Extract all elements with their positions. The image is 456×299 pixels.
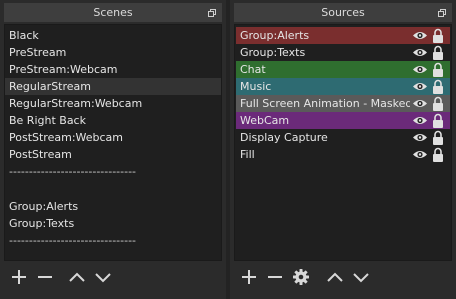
undock-icon[interactable]: [208, 9, 216, 17]
eye-icon[interactable]: [412, 64, 428, 75]
lock-icon[interactable]: [432, 79, 444, 94]
scene-item[interactable]: PreStream:Webcam: [5, 61, 221, 78]
scene-item-label: Black: [9, 29, 39, 42]
source-item[interactable]: Fill: [236, 146, 450, 163]
source-item-label: WebCam: [240, 114, 290, 127]
scenes-dock-title[interactable]: Scenes: [4, 3, 222, 22]
scene-item[interactable]: PreStream: [5, 44, 221, 61]
sources-list[interactable]: Group:Alerts Group:Texts Chat Music Full Scr…: [234, 24, 452, 261]
source-item[interactable]: Full Screen Animation - Masked: [236, 95, 450, 112]
source-item-controls: [412, 79, 446, 94]
move-source-up-button[interactable]: [324, 266, 346, 288]
lock-icon[interactable]: [432, 62, 444, 77]
scene-item-label: --------------------------------: [9, 165, 137, 178]
lock-icon[interactable]: [432, 113, 444, 128]
lock-icon[interactable]: [432, 45, 444, 60]
sources-dock: Sources Group:Alerts Group:Texts Chat Music…: [230, 0, 456, 299]
eye-icon[interactable]: [412, 98, 428, 109]
chevron-up-icon: [69, 272, 85, 282]
scenes-toolbar: [4, 263, 222, 291]
chevron-up-icon: [327, 272, 343, 282]
move-source-down-button[interactable]: [350, 266, 372, 288]
lock-icon[interactable]: [432, 96, 444, 111]
source-item-controls: [412, 62, 446, 77]
scene-item-label: --------------------------------: [9, 234, 137, 247]
source-item-controls: [412, 45, 446, 60]
source-properties-button[interactable]: [290, 266, 312, 288]
scene-item-label: Group:Texts: [9, 217, 75, 230]
source-item-controls: [412, 147, 446, 162]
scene-item-label: Be Right Back: [9, 114, 86, 127]
scene-item[interactable]: Be Right Back: [5, 112, 221, 129]
source-item-controls: [412, 28, 446, 43]
add-scene-button[interactable]: [8, 266, 30, 288]
move-scene-down-button[interactable]: [92, 266, 114, 288]
add-source-button[interactable]: [238, 266, 260, 288]
source-item-label: Group:Alerts: [240, 29, 310, 42]
scenes-list[interactable]: Black PreStream PreStream:Webcam Regular…: [4, 24, 222, 261]
scene-item[interactable]: RegularStream:Webcam: [5, 95, 221, 112]
scene-item-label: PreStream: [9, 46, 67, 59]
scene-item[interactable]: Group:Alerts: [5, 198, 221, 215]
scene-item[interactable]: Group:Texts: [5, 215, 221, 232]
source-item-label: Chat: [240, 63, 266, 76]
chevron-down-icon: [95, 273, 111, 283]
scene-item-selected[interactable]: RegularStream: [5, 78, 221, 95]
scenes-dock: Scenes Black PreStream PreStream:Webcam …: [0, 0, 226, 299]
lock-icon[interactable]: [432, 130, 444, 145]
sources-toolbar: [234, 263, 452, 291]
source-item-controls: [412, 130, 446, 145]
scene-item-label: PreStream:Webcam: [9, 63, 118, 76]
plus-icon: [12, 270, 26, 284]
scene-item-label: RegularStream:Webcam: [9, 97, 143, 110]
source-item[interactable]: Chat: [236, 61, 450, 78]
scene-item-label: RegularStream: [9, 80, 91, 93]
remove-scene-button[interactable]: [34, 266, 56, 288]
minus-icon: [268, 276, 282, 278]
eye-icon[interactable]: [412, 132, 428, 143]
plus-icon: [242, 270, 256, 284]
source-item-label: Fill: [240, 148, 255, 161]
scene-item[interactable]: Black: [5, 27, 221, 44]
minus-icon: [38, 276, 52, 278]
remove-source-button[interactable]: [264, 266, 286, 288]
scene-item-separator[interactable]: --------------------------------: [5, 232, 221, 249]
eye-icon[interactable]: [412, 115, 428, 126]
source-item-controls: [412, 96, 446, 111]
source-item[interactable]: Group:Alerts: [236, 27, 450, 44]
undock-icon[interactable]: [438, 9, 446, 17]
gear-icon: [293, 269, 309, 285]
scene-item-separator[interactable]: --------------------------------: [5, 163, 221, 180]
eye-icon[interactable]: [412, 30, 428, 41]
eye-icon[interactable]: [412, 47, 428, 58]
source-item[interactable]: Music: [236, 78, 450, 95]
scene-item[interactable]: PostStream:Webcam: [5, 129, 221, 146]
lock-icon[interactable]: [432, 28, 444, 43]
sources-dock-title[interactable]: Sources: [234, 3, 452, 22]
eye-icon[interactable]: [412, 81, 428, 92]
scene-item[interactable]: PostStream: [5, 146, 221, 163]
scene-item-blank[interactable]: [5, 180, 221, 198]
source-item[interactable]: WebCam: [236, 112, 450, 129]
source-item[interactable]: Group:Texts: [236, 44, 450, 61]
scenes-title-label: Scenes: [93, 6, 133, 19]
source-item[interactable]: Display Capture: [236, 129, 450, 146]
scene-item-label: PostStream: [9, 148, 72, 161]
source-item-label: Full Screen Animation - Masked: [240, 97, 410, 110]
scene-item-label: PostStream:Webcam: [9, 131, 124, 144]
chevron-down-icon: [353, 273, 369, 283]
sources-title-label: Sources: [321, 6, 365, 19]
source-item-controls: [412, 113, 446, 128]
source-item-label: Group:Texts: [240, 46, 306, 59]
source-item-label: Display Capture: [240, 131, 328, 144]
eye-icon[interactable]: [412, 149, 428, 160]
source-item-label: Music: [240, 80, 272, 93]
move-scene-up-button[interactable]: [66, 266, 88, 288]
lock-icon[interactable]: [432, 147, 444, 162]
scene-item-label: Group:Alerts: [9, 200, 79, 213]
